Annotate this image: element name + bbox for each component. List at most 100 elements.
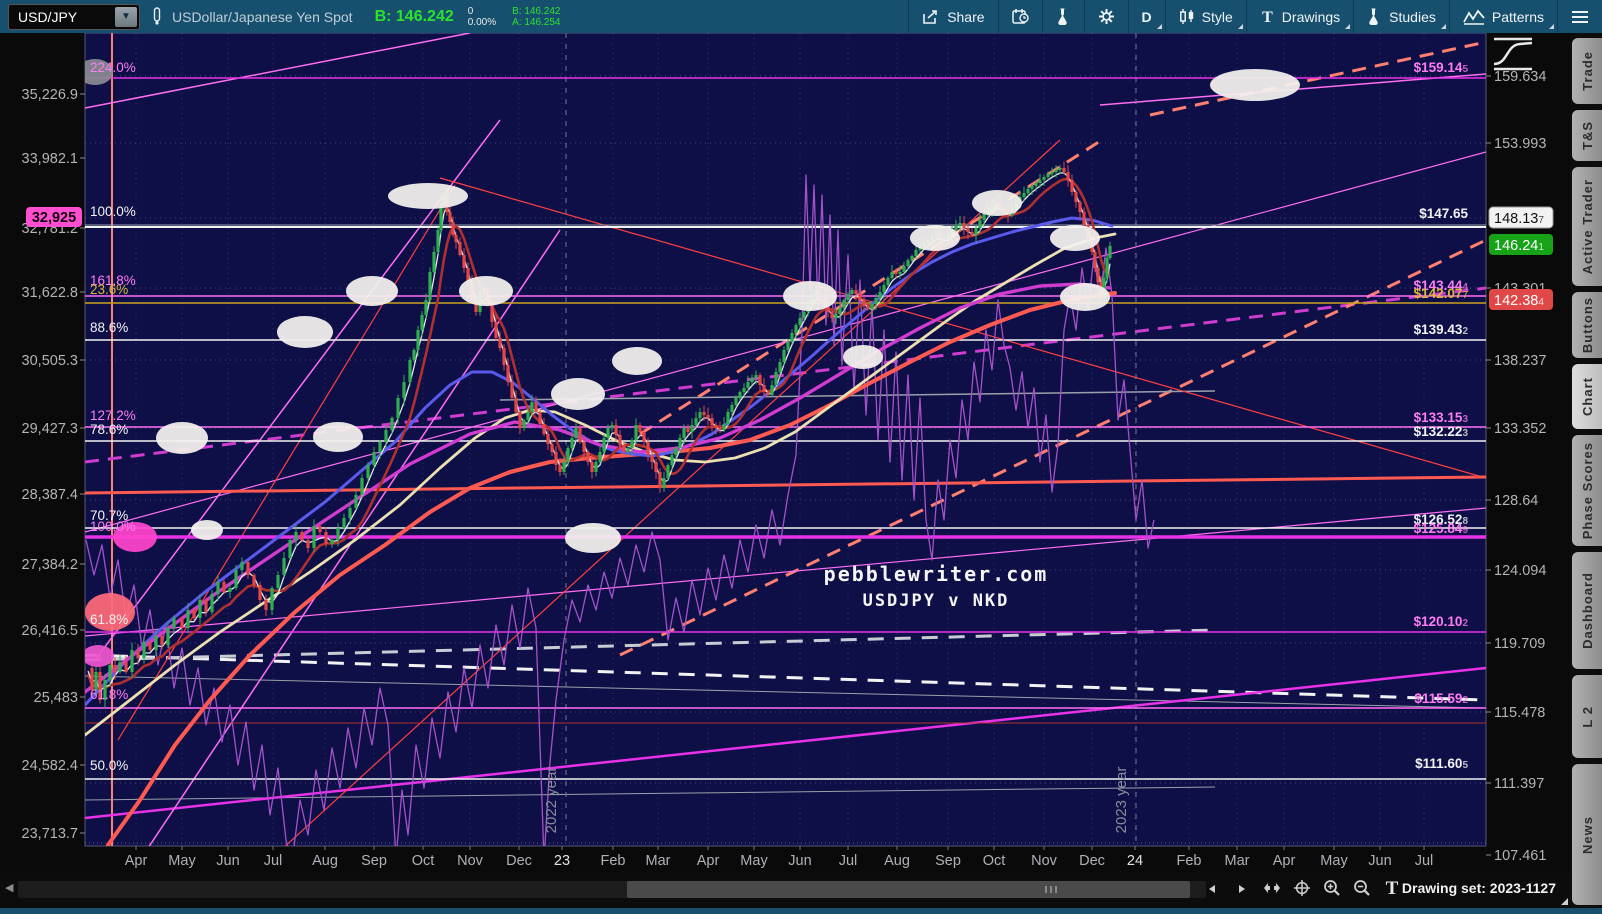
highlight-ellipse[interactable] bbox=[82, 645, 114, 667]
left-axis-label: 26,416.5 bbox=[22, 623, 78, 639]
fib-level-label: 61.8% bbox=[90, 612, 128, 627]
menu-icon bbox=[1571, 10, 1589, 24]
text-tool-button[interactable]: T bbox=[1380, 877, 1404, 903]
candles-icon bbox=[1179, 8, 1195, 25]
bid-small: B: 146.242 bbox=[512, 5, 561, 17]
highlight-ellipse[interactable] bbox=[1050, 225, 1100, 251]
price-target-label: $142.077 bbox=[1414, 286, 1469, 301]
highlight-ellipse[interactable] bbox=[783, 281, 837, 311]
zoom-out-button[interactable] bbox=[1350, 877, 1374, 903]
left-axis-label: 23,713.7 bbox=[22, 826, 78, 842]
x-axis-month-label: 23 bbox=[554, 853, 570, 869]
sidebar-tab-news[interactable]: News bbox=[1572, 764, 1602, 905]
sidebar-tab-buttons[interactable]: Buttons bbox=[1572, 292, 1602, 358]
trading-platform-window: USD/JPY ▼ USDollar/Japanese Yen Spot B: … bbox=[0, 0, 1602, 914]
sidebar-tab-active-trader[interactable]: Active Trader bbox=[1572, 167, 1602, 286]
x-axis-month-label: May bbox=[740, 853, 768, 869]
zigzag-icon bbox=[1463, 8, 1485, 25]
zoom-in-button[interactable] bbox=[1320, 877, 1344, 903]
highlight-ellipse[interactable] bbox=[346, 276, 398, 306]
left-axis-label: 29,427.3 bbox=[22, 421, 78, 437]
pan-icon bbox=[1263, 881, 1281, 899]
drawing-set-label[interactable]: Drawing set: 2023-1127 bbox=[1402, 880, 1556, 896]
settings-button[interactable] bbox=[1083, 0, 1128, 33]
highlight-ellipse[interactable] bbox=[612, 347, 662, 375]
highlight-ellipse[interactable] bbox=[551, 378, 605, 410]
symbol-dropdown-button[interactable]: ▼ bbox=[115, 6, 137, 27]
highlight-ellipse[interactable] bbox=[910, 225, 960, 251]
fib-level-label: 78.6% bbox=[90, 422, 128, 437]
price-target-label: $125.849 bbox=[1414, 521, 1469, 536]
price-chart[interactable]: 224.0%100.0%161.8%23.6%88.6%127.2%78.6%7… bbox=[0, 33, 1570, 872]
highlight-ellipse[interactable] bbox=[156, 422, 208, 454]
move-button[interactable] bbox=[1290, 877, 1314, 903]
sidebar-tab-t-s[interactable]: T&S bbox=[1572, 110, 1602, 161]
sidebar-tab-l-2[interactable]: L 2 bbox=[1572, 675, 1602, 758]
style-button[interactable]: Style bbox=[1164, 0, 1246, 33]
scroll-right-button[interactable] bbox=[1230, 877, 1254, 903]
highlight-ellipse[interactable] bbox=[277, 316, 333, 348]
highlight-ellipse[interactable] bbox=[565, 523, 621, 553]
x-axis-month-label: Jun bbox=[216, 853, 239, 869]
share-button[interactable]: Share bbox=[908, 0, 997, 33]
instrument-link-icon[interactable] bbox=[152, 6, 162, 27]
fib-level-label: 50.0% bbox=[90, 758, 128, 773]
x-axis-month-label: Dec bbox=[506, 853, 532, 869]
highlight-ellipse[interactable] bbox=[1210, 69, 1300, 101]
drawings-button[interactable]: T Drawings bbox=[1245, 0, 1353, 33]
sidebar-tab-chart[interactable]: Chart bbox=[1572, 364, 1602, 429]
change-value: 0 bbox=[467, 5, 474, 17]
right-axis-label: 124.094 bbox=[1494, 563, 1546, 579]
sidebar-tab-phase-scores[interactable]: Phase Scores bbox=[1572, 435, 1602, 546]
scrollbar-thumb[interactable] bbox=[627, 881, 1190, 898]
fib-level-label: 100.0% bbox=[90, 519, 136, 534]
highlight-ellipse[interactable] bbox=[843, 345, 883, 369]
price-target-label: $133.153 bbox=[1414, 410, 1469, 425]
plot-area bbox=[85, 33, 1486, 846]
highlight-ellipse[interactable] bbox=[459, 276, 513, 306]
price-target-label: $132.223 bbox=[1414, 424, 1469, 439]
highlight-ellipse[interactable] bbox=[1060, 283, 1110, 311]
sidebar-tab-dashboard[interactable]: Dashboard bbox=[1572, 552, 1602, 669]
sidebar-tab-trade[interactable]: Trade bbox=[1572, 38, 1602, 104]
symbol-selector[interactable]: USD/JPY ▼ bbox=[8, 3, 140, 30]
svg-text:32,925: 32,925 bbox=[32, 210, 76, 226]
symbol-value: USD/JPY bbox=[18, 8, 78, 25]
right-axis-label: 138.237 bbox=[1494, 353, 1546, 369]
calendar-icon bbox=[1011, 8, 1029, 25]
fib-level-label: 61.8% bbox=[90, 687, 128, 702]
x-axis-month-label: Jul bbox=[1415, 853, 1434, 869]
svg-text:146.241: 146.241 bbox=[1494, 238, 1544, 254]
studies-button[interactable]: Studies bbox=[1353, 0, 1449, 33]
svg-text:T: T bbox=[1262, 9, 1273, 25]
quick-study-button[interactable] bbox=[1041, 0, 1084, 33]
bid-price: B: 146.242 bbox=[374, 7, 454, 25]
price-target-label: $147.65 bbox=[1419, 206, 1468, 221]
tri-right-icon bbox=[1238, 881, 1246, 899]
pan-button[interactable] bbox=[1260, 877, 1284, 903]
timeframe-button[interactable]: D bbox=[1127, 0, 1165, 33]
left-axis-label: 27,384.2 bbox=[22, 557, 78, 573]
zoom-in-icon bbox=[1323, 879, 1341, 902]
chart-scrollbar[interactable] bbox=[18, 881, 1206, 898]
patterns-button[interactable]: Patterns bbox=[1448, 0, 1557, 33]
zoom-out-icon bbox=[1353, 879, 1371, 902]
scroll-left-button[interactable] bbox=[1200, 877, 1224, 903]
calendar-button[interactable] bbox=[997, 0, 1042, 33]
year-divider-label: 2023 year bbox=[1113, 767, 1130, 834]
highlight-ellipse[interactable] bbox=[191, 520, 223, 540]
x-axis-month-label: Oct bbox=[983, 853, 1006, 869]
drawing-set-dropdown-icon[interactable] bbox=[1561, 898, 1568, 905]
x-axis-month-label: Mar bbox=[646, 853, 671, 869]
scrollbar-left-arrow-icon[interactable]: ◀ bbox=[5, 881, 13, 894]
menu-button[interactable] bbox=[1557, 0, 1602, 33]
x-axis-month-label: Jun bbox=[788, 853, 811, 869]
svg-text:142.384: 142.384 bbox=[1494, 293, 1544, 309]
highlight-ellipse[interactable] bbox=[972, 190, 1022, 216]
left-axis-label: 35,226.9 bbox=[22, 87, 78, 103]
chart-footer: ◀ T Drawing set: 2023-1127 bbox=[0, 872, 1570, 908]
highlight-ellipse[interactable] bbox=[313, 422, 363, 452]
right-axis-label: 159.634 bbox=[1494, 69, 1546, 85]
highlight-ellipse[interactable] bbox=[388, 183, 468, 209]
x-axis-month-label: Aug bbox=[884, 853, 910, 869]
